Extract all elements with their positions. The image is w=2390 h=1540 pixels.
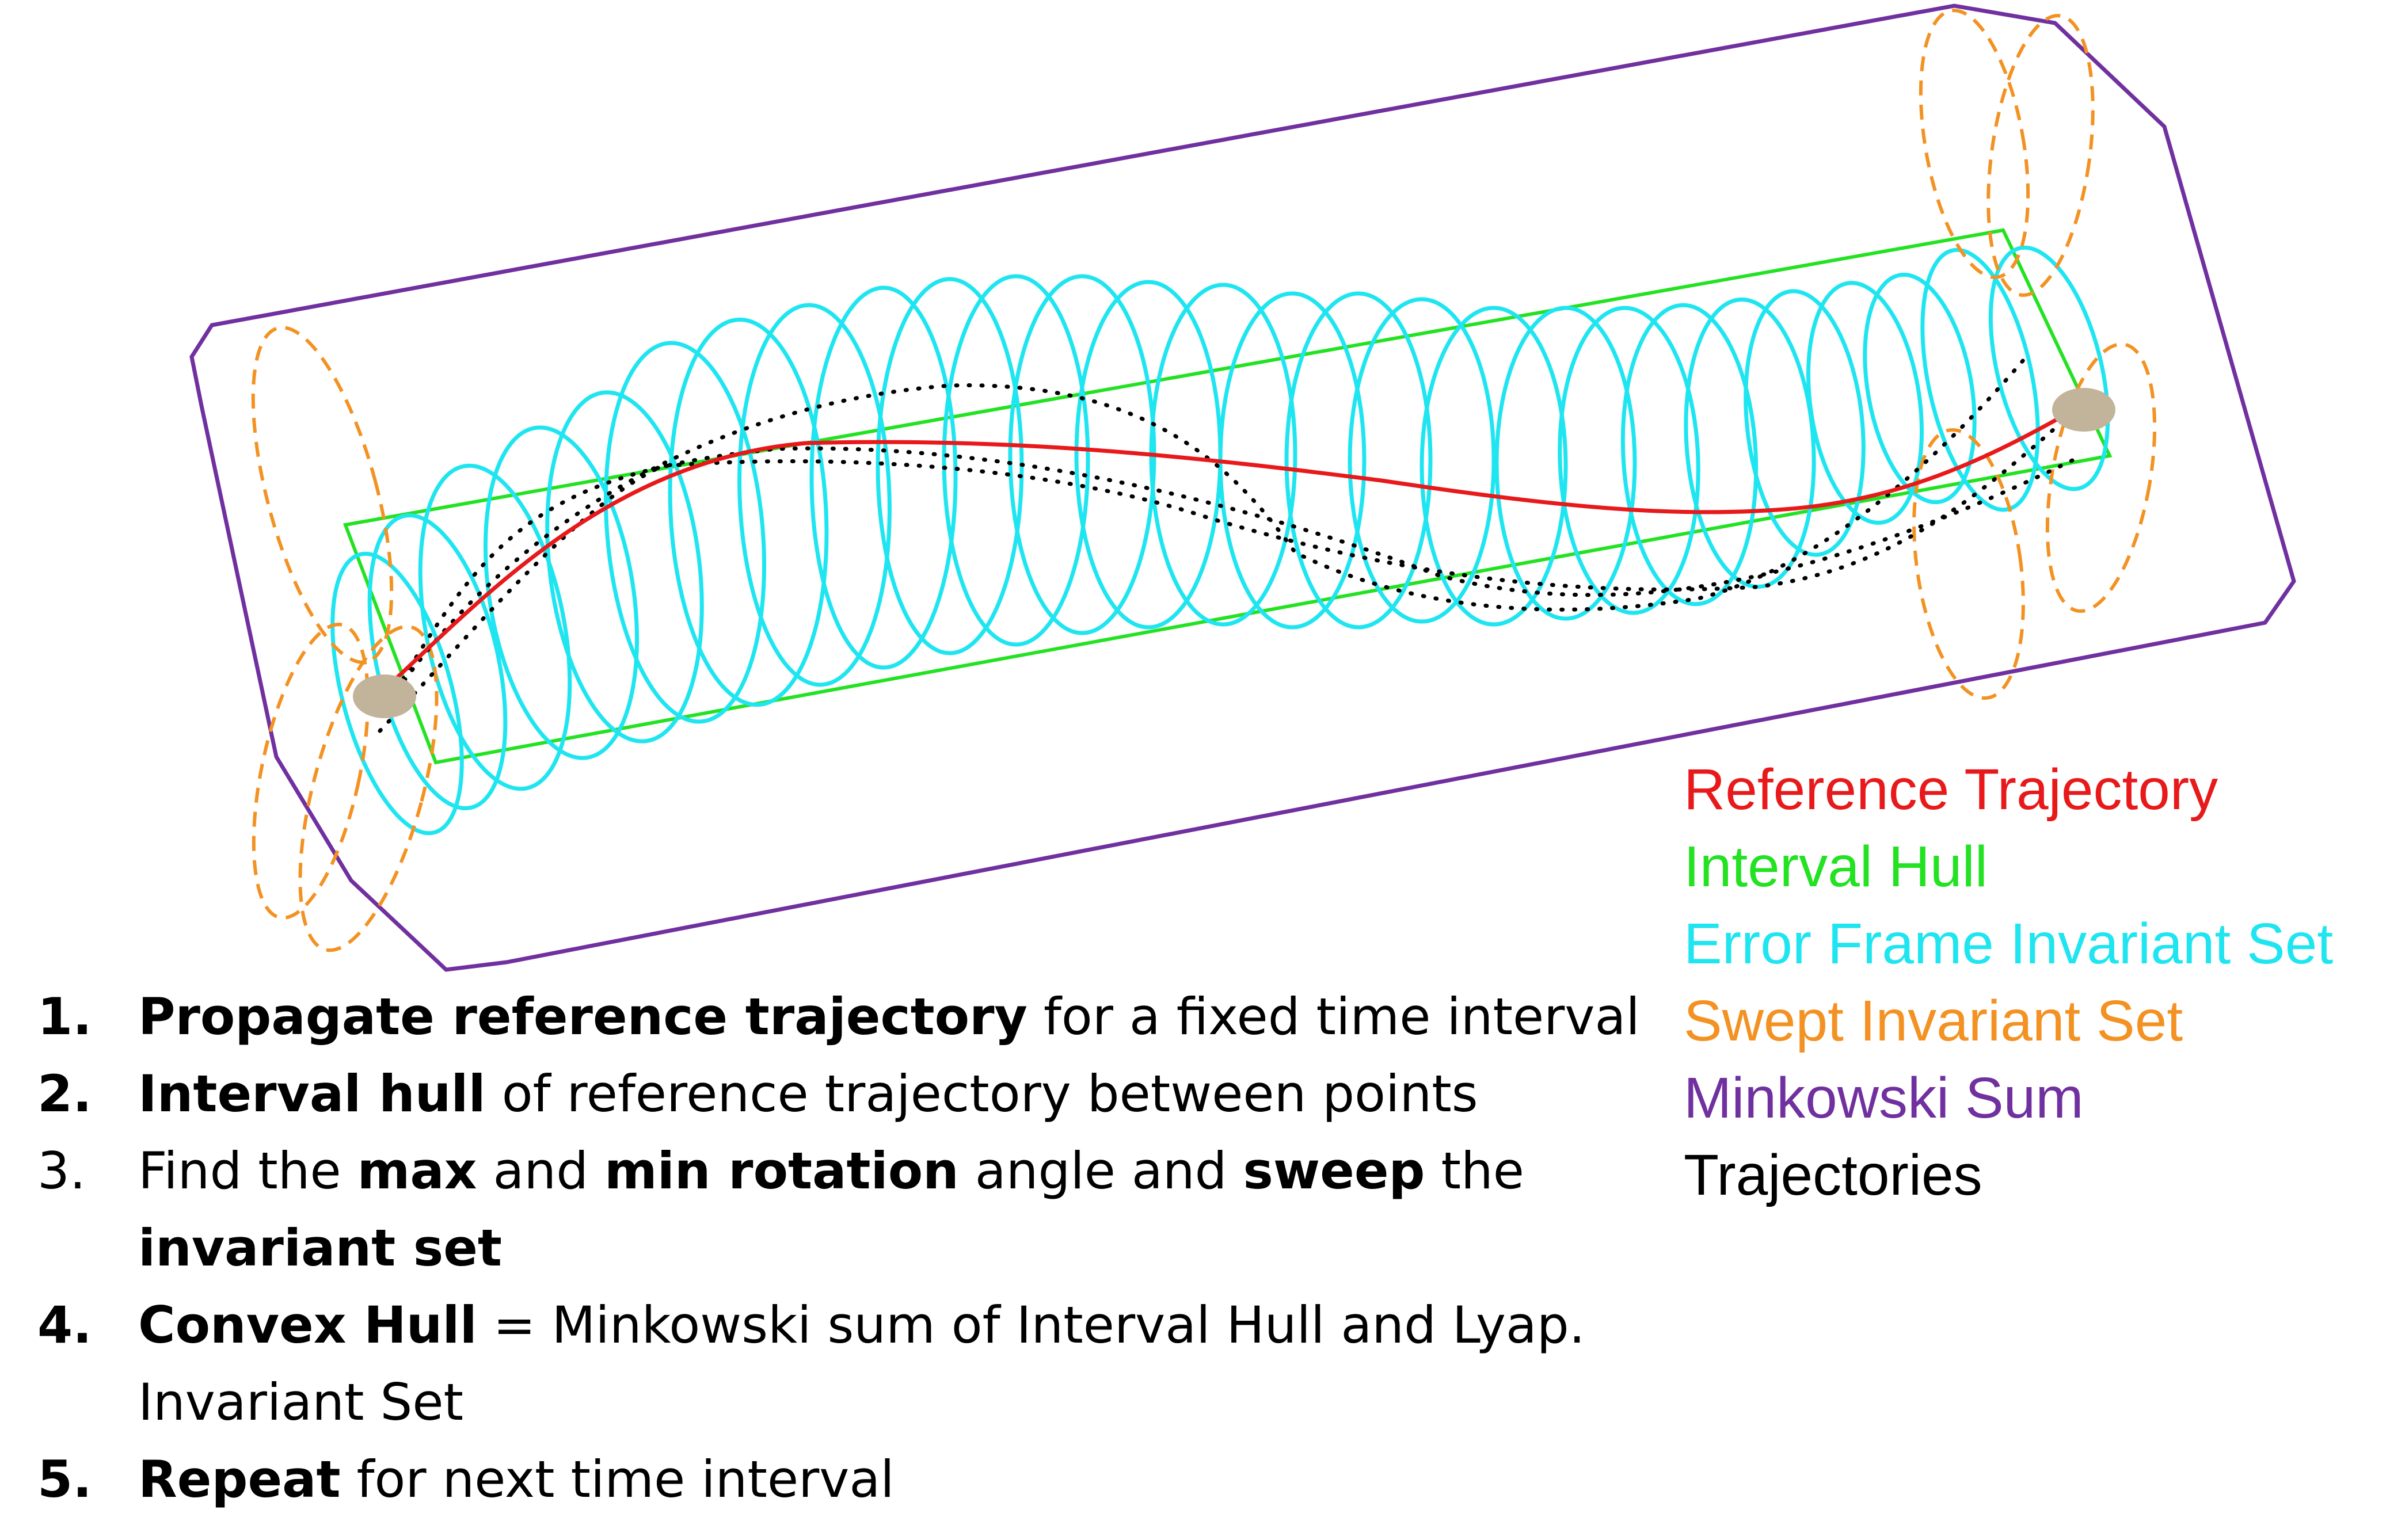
step-number: 3. (37, 1141, 86, 1200)
step-number: 2. (37, 1064, 92, 1123)
swept-ellipse (298, 624, 439, 952)
error-frame-ellipse (1620, 303, 1759, 607)
step-text: the (1425, 1141, 1524, 1200)
step-text: Interval hull (138, 1064, 486, 1123)
legend-item: Interval Hull (1684, 834, 1988, 899)
error-frame-ellipse (668, 317, 829, 707)
legend-item: Minkowski Sum (1684, 1066, 2084, 1130)
step-text: Repeat (138, 1450, 341, 1509)
legend-item: Reference Trajectory (1684, 757, 2218, 822)
error-frame-ellipse (1558, 306, 1700, 615)
step-text: sweep (1243, 1141, 1425, 1200)
step-item: 1. Propagate reference trajectory for a f… (37, 978, 1661, 1055)
step-text: for a fixed time interval (1027, 987, 1640, 1046)
error-frame-ellipse (1149, 283, 1297, 627)
error-frame-ellipse (809, 285, 958, 670)
legend-item: Trajectories (1684, 1143, 1982, 1207)
step-number: 4. (37, 1295, 92, 1355)
step-number: 1. (37, 987, 92, 1046)
error-frame-ellipse (942, 274, 1090, 647)
step-text: max (357, 1141, 477, 1200)
error-frame-ellipse (545, 390, 704, 744)
error-frame-ellipse (876, 277, 1024, 655)
trajectory-2 (395, 354, 2029, 693)
step-text: angle and (958, 1141, 1243, 1200)
swept-ellipse (2045, 342, 2157, 613)
step-text: of reference trajectory between points (485, 1064, 1478, 1123)
legend-item: Swept Invariant Set (1684, 989, 2183, 1053)
end-point-marker (2052, 388, 2115, 432)
legend-item: Error Frame Invariant Set (1684, 912, 2334, 976)
step-item: 4. Convex Hull = Minkowski sum of Interva… (37, 1287, 1661, 1441)
error-frame-ellipse (483, 425, 640, 760)
step-text: for next time interval (340, 1450, 895, 1509)
step-text: min rotation (604, 1141, 959, 1200)
step-text: invariant set (138, 1218, 502, 1278)
swept-ellipse (1986, 14, 2095, 297)
step-item: 2. Interval hull of reference trajectory … (37, 1055, 1661, 1133)
error-frame-ellipse (1218, 291, 1367, 630)
steps-list: 1. Propagate reference trajectory for a f… (37, 978, 1661, 1518)
step-item: 3. Find the max and min rotation angle an… (37, 1133, 1661, 1287)
legend: Reference Trajectory Interval Hull Error F… (1684, 751, 2374, 1214)
step-text: Find the (138, 1141, 357, 1200)
step-number: 5. (37, 1450, 92, 1509)
step-text: Propagate reference trajectory (138, 987, 1027, 1046)
start-point-marker (353, 674, 416, 718)
swept-ellipse (251, 326, 394, 664)
step-item: 5. Repeat for next time interval (37, 1441, 1661, 1518)
step-text: Convex Hull (138, 1295, 477, 1355)
step-text: and (477, 1141, 605, 1200)
